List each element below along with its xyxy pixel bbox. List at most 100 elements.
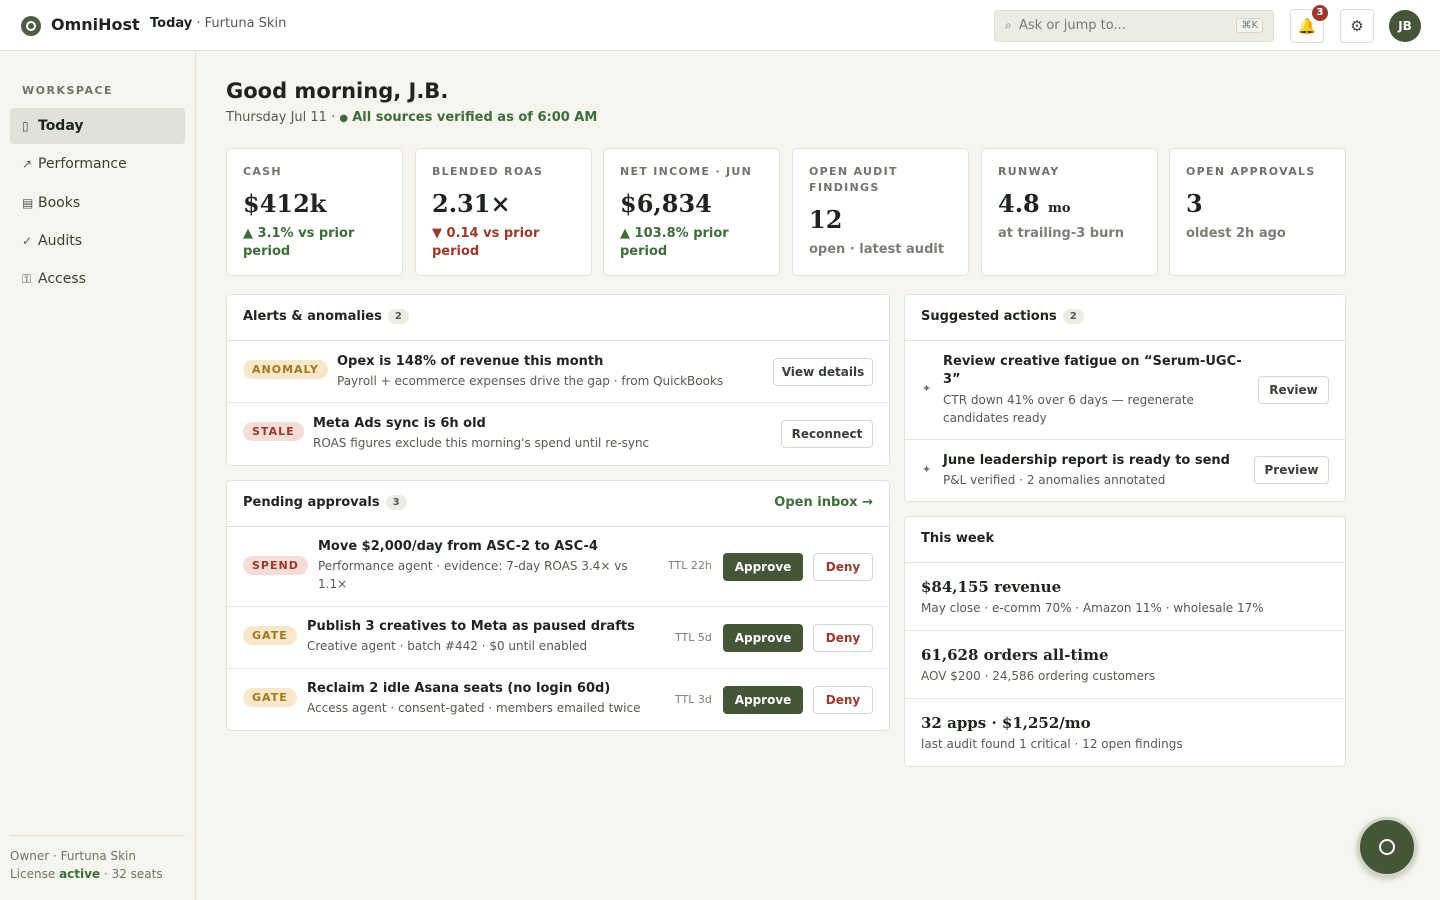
open-inbox-link[interactable]: Open inbox → [774, 495, 873, 510]
alert-description: Payroll + ecommerce expenses drive the g… [337, 374, 724, 388]
logo-icon[interactable] [21, 16, 41, 36]
kpi-delta: ▲ 3.1% vs prior period [243, 226, 355, 259]
this-week-panel: This week $84,155 revenue May close · e-… [904, 516, 1346, 767]
approvals-header: Pending approvals 3 Open inbox → [227, 481, 889, 527]
suggestion-description: CTR down 41% over 6 days — regenerate ca… [943, 393, 1194, 425]
verified-status: All sources verified as of 6:00 AM [352, 110, 598, 125]
kpi-card-net-income[interactable]: NET INCOME · JUN $6,834 ▲ 103.8% prior p… [603, 148, 780, 276]
kpi-label: NET INCOME · JUN [620, 165, 753, 178]
alerts-title: Alerts & anomalies 2 [243, 309, 409, 324]
kpi-value: $6,834 [620, 189, 712, 218]
sparkle-icon: ✦ [922, 463, 932, 476]
breadcrumb-org[interactable]: Furtuna Skin [205, 16, 287, 31]
review-button[interactable]: Review [1258, 376, 1329, 404]
sidebar-item-today[interactable]: ▯ Today [10, 108, 185, 144]
deny-button[interactable]: Deny [813, 553, 873, 581]
owner-line: Owner · Furtuna Skin [10, 849, 136, 863]
kpi-value: 2.31× [432, 189, 511, 218]
suggested-actions-panel: Suggested actions 2 ✦ Review creative fat… [904, 294, 1346, 502]
kpi-card-open-audit-findings[interactable]: OPEN AUDIT FINDINGS 12 open · latest aud… [792, 148, 969, 276]
sidebar-item-label: Audits [38, 233, 83, 249]
breadcrumb: Today · Furtuna Skin [150, 16, 286, 31]
approval-description: Access agent · consent-gated · members e… [307, 701, 641, 715]
notification-badge: 3 [1312, 5, 1328, 21]
app-name[interactable]: OmniHost [51, 15, 140, 34]
approve-button[interactable]: Approve [723, 553, 803, 581]
alert-row: STALE Meta Ads sync is 6h old ROAS figur… [227, 403, 889, 465]
deny-button[interactable]: Deny [813, 686, 873, 714]
kpi-label: CASH [243, 165, 282, 178]
alerts-header: Alerts & anomalies 2 [227, 295, 889, 341]
license-prefix: License [10, 867, 56, 881]
page-title: Good morning, J.B. [226, 79, 449, 103]
approval-row: GATE Publish 3 creatives to Meta as paus… [227, 607, 889, 669]
week-stat-title: 61,628 orders all-time [921, 646, 1109, 664]
kpi-label: RUNWAY [998, 165, 1060, 178]
settings-button[interactable]: ⚙ [1340, 9, 1374, 43]
sidebar-item-audits[interactable]: ✓ Audits [10, 223, 185, 259]
gear-icon: ⚙ [1350, 17, 1364, 35]
approval-row: SPEND Move $2,000/day from ASC-2 to ASC-… [227, 527, 889, 607]
sidebar-item-books[interactable]: ▤ Books [10, 185, 185, 221]
suggested-count-badge: 2 [1062, 309, 1084, 324]
key-icon: ⚿ [22, 272, 32, 286]
kpi-card-blended-roas[interactable]: BLENDED ROAS 2.31× ▼ 0.14 vs prior perio… [415, 148, 592, 276]
suggestion-title: June leadership report is ready to send [943, 453, 1230, 468]
reconnect-button[interactable]: Reconnect [781, 420, 873, 448]
suggestion-row: ✦ Review creative fatigue on “Serum-UGC-… [905, 341, 1345, 440]
approve-button[interactable]: Approve [723, 686, 803, 714]
license-status: active [59, 867, 101, 881]
week-stat-sub: last audit found 1 critical · 12 open fi… [921, 737, 1183, 751]
kpi-value: 12 [809, 205, 843, 234]
sidebar-divider [10, 835, 185, 836]
suggested-header: Suggested actions 2 [905, 295, 1345, 341]
approval-title: Reclaim 2 idle Asana seats (no login 60d… [307, 681, 611, 696]
search-input[interactable]: ⌕ Ask or jump to... ⌘K [994, 10, 1274, 42]
deny-button[interactable]: Deny [813, 624, 873, 652]
week-stat-title: $84,155 revenue [921, 578, 1062, 596]
week-stat-row[interactable]: 32 apps · $1,252/mo last audit found 1 c… [905, 699, 1345, 767]
suggestion-description: P&L verified · 2 anomalies annotated [943, 473, 1166, 487]
assistant-fab-button[interactable] [1357, 817, 1417, 877]
approve-button[interactable]: Approve [723, 624, 803, 652]
spend-tag: SPEND [243, 556, 308, 575]
gate-tag: GATE [243, 688, 297, 707]
alert-title: Meta Ads sync is 6h old [313, 416, 486, 431]
approvals-title-text: Pending approvals [243, 495, 380, 510]
avatar[interactable]: JB [1389, 10, 1421, 42]
date-label: Thursday Jul 11 · [226, 110, 336, 125]
kpi-card-cash[interactable]: CASH $412k ▲ 3.1% vs prior period [226, 148, 403, 276]
suggestion-row: ✦ June leadership report is ready to sen… [905, 440, 1345, 502]
sidebar-section-label: WORKSPACE [22, 84, 114, 97]
view-details-button[interactable]: View details [773, 358, 873, 386]
kpi-value-number: 4.8 [998, 189, 1040, 218]
kpi-value: 4.8 mo [998, 189, 1071, 218]
approval-ttl: TTL 22h [668, 559, 712, 572]
alert-title: Opex is 148% of revenue this month [337, 354, 604, 369]
status-dot-icon: ● [339, 113, 349, 124]
kpi-delta: open · latest audit [809, 242, 945, 257]
suggested-title: Suggested actions 2 [921, 309, 1084, 324]
bell-icon: 🔔 [1297, 17, 1317, 35]
sidebar-item-access[interactable]: ⚿ Access [10, 261, 185, 297]
approval-description: Creative agent · batch #442 · $0 until e… [307, 639, 588, 653]
kpi-card-open-approvals[interactable]: OPEN APPROVALS 3 oldest 2h ago [1169, 148, 1346, 276]
this-week-header: This week [905, 517, 1345, 563]
week-stat-row[interactable]: $84,155 revenue May close · e-comm 70% ·… [905, 563, 1345, 631]
sidebar-item-label: Books [38, 195, 81, 211]
kpi-value: $412k [243, 189, 327, 218]
this-week-title: This week [921, 531, 995, 546]
alert-row: ANOMALY Opex is 148% of revenue this mon… [227, 341, 889, 403]
search-shortcut: ⌘K [1236, 18, 1263, 33]
anomaly-tag: ANOMALY [243, 360, 328, 379]
license-line: License active · 32 seats [10, 865, 163, 883]
kpi-card-runway[interactable]: RUNWAY 4.8 mo at trailing-3 burn [981, 148, 1158, 276]
week-stat-row[interactable]: 61,628 orders all-time AOV $200 · 24,586… [905, 631, 1345, 699]
approval-row: GATE Reclaim 2 idle Asana seats (no logi… [227, 669, 889, 731]
preview-button[interactable]: Preview [1254, 456, 1329, 484]
kpi-label: OPEN APPROVALS [1186, 165, 1316, 178]
stale-tag: STALE [243, 422, 304, 441]
sidebar-item-performance[interactable]: ↗ Performance [10, 146, 185, 182]
approval-title: Publish 3 creatives to Meta as paused dr… [307, 619, 635, 634]
sidebar: WORKSPACE ▯ Today ↗ Performance ▤ Books ✓ Au… [0, 51, 196, 900]
